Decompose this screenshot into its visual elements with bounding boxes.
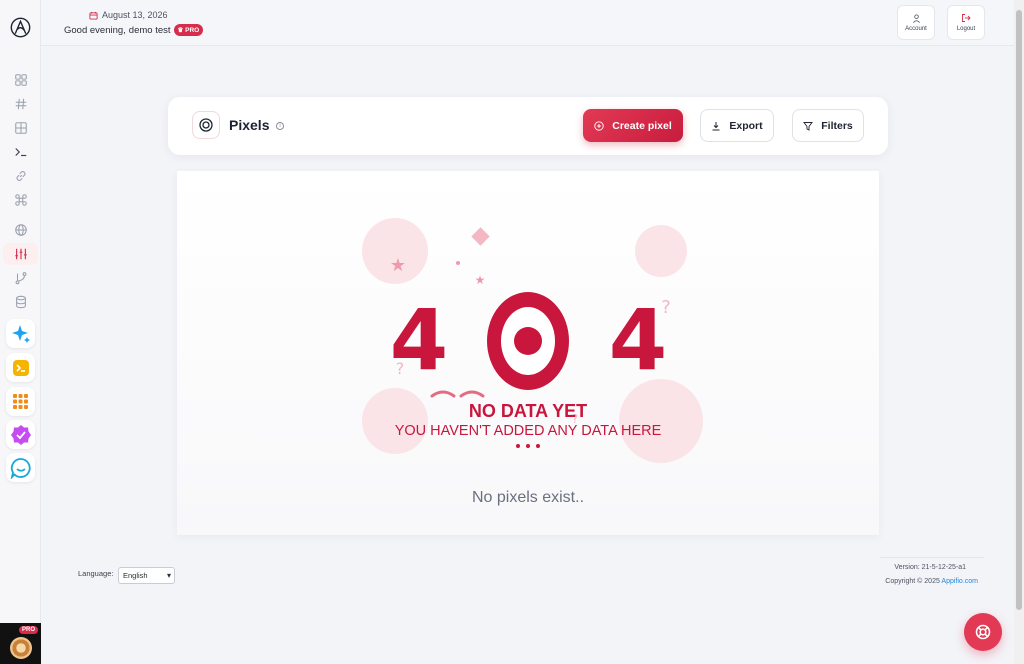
ai-sparkle-app-icon[interactable] [6,319,35,348]
decor-dot [516,444,520,448]
chevron-down-icon: ▾ [166,571,171,580]
user-icon [912,13,920,23]
filters-button[interactable]: Filters [792,109,864,142]
empty-message: No pixels exist.. [471,489,585,506]
empty-state-card: ★ ★ ? ? ? 4 4 NO DATA YET YOU HAVEN'T AD… [177,171,879,535]
decor-dot [526,444,530,448]
command-icon[interactable] [12,191,29,208]
account-button[interactable]: Account [897,5,935,40]
logout-button[interactable]: Logout [947,5,985,40]
decor-dot [536,444,540,448]
language-value: English [123,571,148,580]
decor-brow [430,390,456,398]
decor-star: ★ [475,273,486,287]
top-header: August 13, 2026 Good evening, demo test ♛… [41,0,1014,46]
footer-divider [880,557,984,558]
decor-dot [456,261,460,265]
pro-badge: ♛ PRO [173,24,204,36]
scrollbar[interactable] [1014,0,1024,664]
copyright: Copyright © 2025 Appifio.com [885,578,978,585]
logout-icon [962,14,971,22]
pixel-target-icon [192,111,220,139]
apps-grid-icon[interactable] [6,387,35,416]
version-text: Version: 21-5-12-25-a1 [894,564,966,571]
sliders-icon[interactable] [12,245,29,262]
info-icon[interactable]: i [276,122,284,130]
logout-label: Logout [956,26,976,32]
terminal-app-icon[interactable] [6,353,35,382]
table-grid-icon[interactable] [12,119,29,136]
help-button[interactable] [964,613,1002,651]
globe-icon[interactable] [12,221,29,238]
decor-circle [635,225,687,277]
export-button[interactable]: Export [700,109,774,142]
link-icon[interactable] [12,167,29,184]
avatar-image [10,637,32,659]
language-select[interactable]: English ▾ [118,567,175,584]
plus-circle-icon [594,120,604,131]
scrollbar-thumb[interactable] [1016,10,1022,610]
no-data-title: NO DATA YET [468,401,588,421]
copyright-text: Copyright © 2025 [885,578,940,585]
greeting: Good evening, demo test ♛ PRO [64,24,204,36]
brand-logo-icon[interactable] [10,17,31,38]
download-icon [712,121,720,130]
pixels-toolbar: Pixels i Create pixel Export Filters [168,97,888,155]
create-pixel-button[interactable]: Create pixel [583,109,683,142]
decor-star: ★ [390,255,406,276]
decor-diamond [471,227,490,246]
no-data-subtitle: YOU HAVEN'T ADDED ANY DATA HERE [394,423,662,439]
greeting-prefix: Good evening, [64,24,126,36]
create-pixel-label: Create pixel [612,119,672,132]
lifebuoy-icon [975,624,991,640]
verified-badge-icon[interactable] [6,420,35,449]
avatar-pro-badge: PRO [18,626,38,634]
export-label: Export [729,119,763,132]
account-label: Account [905,25,927,32]
digit-right: 4 [609,291,667,389]
pro-badge-label: PRO [185,27,200,34]
calendar-icon [89,11,98,20]
digit-left: 4 [390,291,448,389]
sidebar: PRO [0,0,41,664]
page-title: Pixels [229,117,270,133]
decor-brow [459,390,485,398]
filter-icon [803,121,814,131]
user-name: demo test [128,24,171,36]
digit-zero-center [514,327,542,355]
language-label: Language: [78,569,114,578]
database-icon[interactable] [12,293,29,310]
terminal-icon[interactable] [12,143,29,160]
hashtag-icon[interactable] [12,95,29,112]
date-text: August 13, 2026 [102,10,168,20]
dashboard-grid-icon[interactable] [12,71,29,88]
copyright-link[interactable]: Appifio.com [941,578,978,585]
git-branch-icon[interactable] [12,269,29,286]
header-date: August 13, 2026 [89,10,168,20]
chat-bubble-icon[interactable] [6,453,35,482]
filters-label: Filters [821,119,853,132]
user-avatar[interactable]: PRO [0,623,41,664]
